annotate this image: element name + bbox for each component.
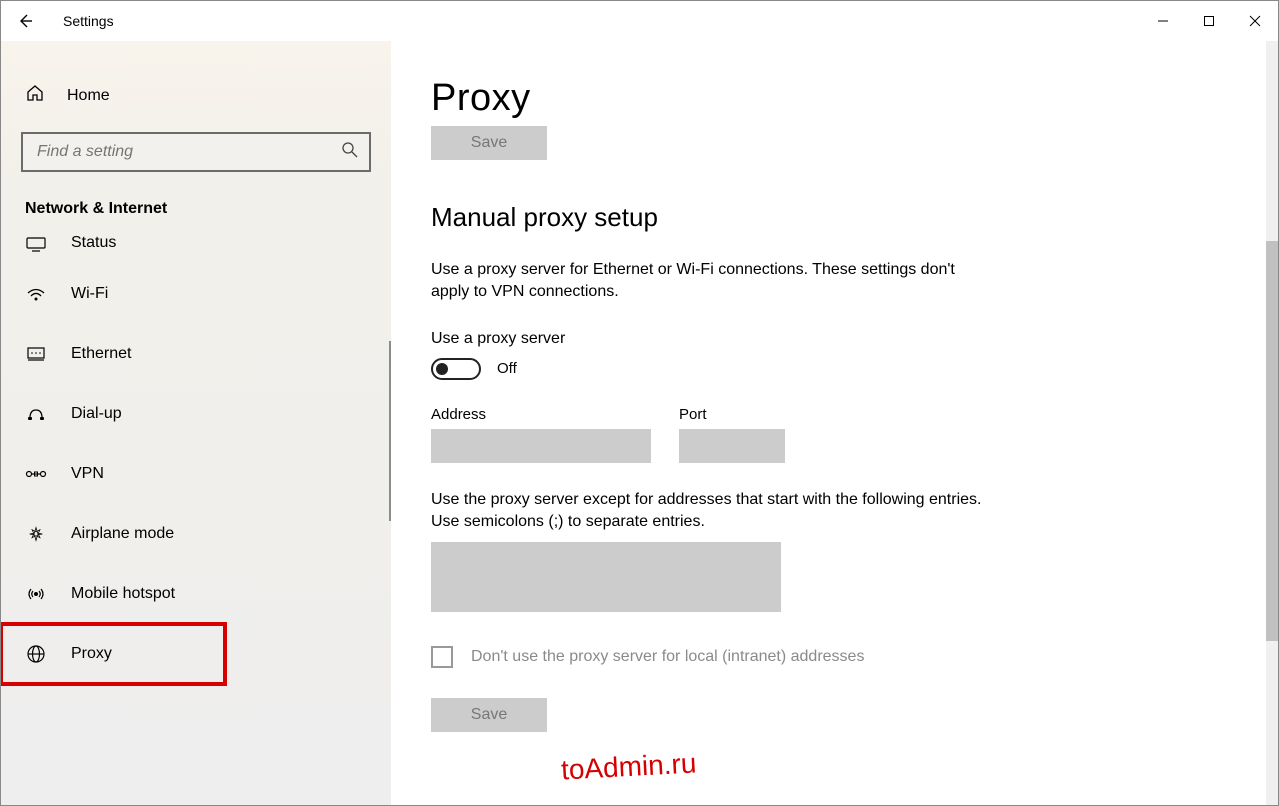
body: Home Network & Internet Status — [1, 41, 1278, 805]
scrollbar-thumb[interactable] — [1266, 241, 1278, 641]
sidebar-item-label: Airplane mode — [71, 525, 174, 543]
section-description: Use a proxy server for Ethernet or Wi-Fi… — [431, 259, 981, 304]
page-title: Proxy — [431, 77, 1238, 120]
sidebar-nav-list: Status Wi-Fi Ethernet — [1, 234, 391, 684]
sidebar-item-label: Dial-up — [71, 405, 122, 423]
address-label: Address — [431, 406, 651, 423]
main-scrollbar[interactable] — [1266, 41, 1278, 805]
toggle-state-label: Off — [497, 360, 517, 377]
status-icon — [25, 234, 47, 256]
titlebar: Settings — [1, 1, 1278, 41]
sidebar-item-label: VPN — [71, 465, 104, 483]
port-input[interactable] — [679, 429, 785, 463]
use-proxy-toggle[interactable] — [431, 358, 481, 380]
sidebar-category-title: Network & Internet — [1, 172, 391, 230]
search-box[interactable] — [21, 132, 371, 172]
main-content: Proxy Save Manual proxy setup Use a prox… — [391, 41, 1278, 805]
titlebar-left: Settings — [15, 11, 114, 31]
sidebar-item-wifi[interactable]: Wi-Fi — [1, 264, 391, 324]
search-icon — [341, 141, 359, 163]
address-input[interactable] — [431, 429, 651, 463]
sidebar-item-label: Status — [71, 234, 116, 252]
local-addresses-checkbox[interactable] — [431, 646, 453, 668]
sidebar-item-label: Proxy — [71, 645, 112, 663]
sidebar-home[interactable]: Home — [1, 71, 391, 122]
sidebar-item-ethernet[interactable]: Ethernet — [1, 324, 391, 384]
sidebar-item-proxy[interactable]: Proxy — [1, 624, 225, 684]
save-button-top[interactable]: Save — [431, 126, 547, 160]
back-button[interactable] — [15, 11, 35, 31]
hotspot-icon — [25, 583, 47, 605]
app-title: Settings — [63, 13, 114, 29]
close-button[interactable] — [1232, 5, 1278, 37]
sidebar-item-dialup[interactable]: Dial-up — [1, 384, 391, 444]
window-controls — [1140, 5, 1278, 37]
sidebar: Home Network & Internet Status — [1, 41, 391, 805]
dialup-icon — [25, 403, 47, 425]
sidebar-home-label: Home — [67, 87, 110, 105]
port-label: Port — [679, 406, 785, 423]
search-input[interactable] — [35, 142, 341, 162]
local-addresses-label: Don't use the proxy server for local (in… — [471, 648, 864, 666]
ethernet-icon — [25, 343, 47, 365]
toggle-knob — [436, 363, 448, 375]
section-title: Manual proxy setup — [431, 202, 1238, 233]
sidebar-item-status[interactable]: Status — [1, 234, 391, 264]
sidebar-item-label: Ethernet — [71, 345, 131, 363]
sidebar-item-label: Wi-Fi — [71, 285, 108, 303]
home-icon — [25, 83, 45, 108]
sidebar-item-airplane[interactable]: Airplane mode — [1, 504, 391, 564]
local-checkbox-row: Don't use the proxy server for local (in… — [431, 646, 1238, 668]
minimize-button[interactable] — [1140, 5, 1186, 37]
toggle-row: Off — [431, 358, 1238, 380]
airplane-icon — [25, 523, 47, 545]
exceptions-description: Use the proxy server except for addresse… — [431, 489, 991, 534]
sidebar-item-hotspot[interactable]: Mobile hotspot — [1, 564, 391, 624]
save-button-bottom[interactable]: Save — [431, 698, 547, 732]
exceptions-input[interactable] — [431, 542, 781, 612]
wifi-icon — [25, 283, 47, 305]
settings-window: Settings Home — [0, 0, 1279, 806]
vpn-icon — [25, 463, 47, 485]
address-port-row: Address Port — [431, 406, 1238, 463]
maximize-button[interactable] — [1186, 5, 1232, 37]
globe-icon — [25, 643, 47, 665]
sidebar-item-label: Mobile hotspot — [71, 585, 175, 603]
use-proxy-label: Use a proxy server — [431, 330, 1238, 348]
sidebar-item-vpn[interactable]: VPN — [1, 444, 391, 504]
